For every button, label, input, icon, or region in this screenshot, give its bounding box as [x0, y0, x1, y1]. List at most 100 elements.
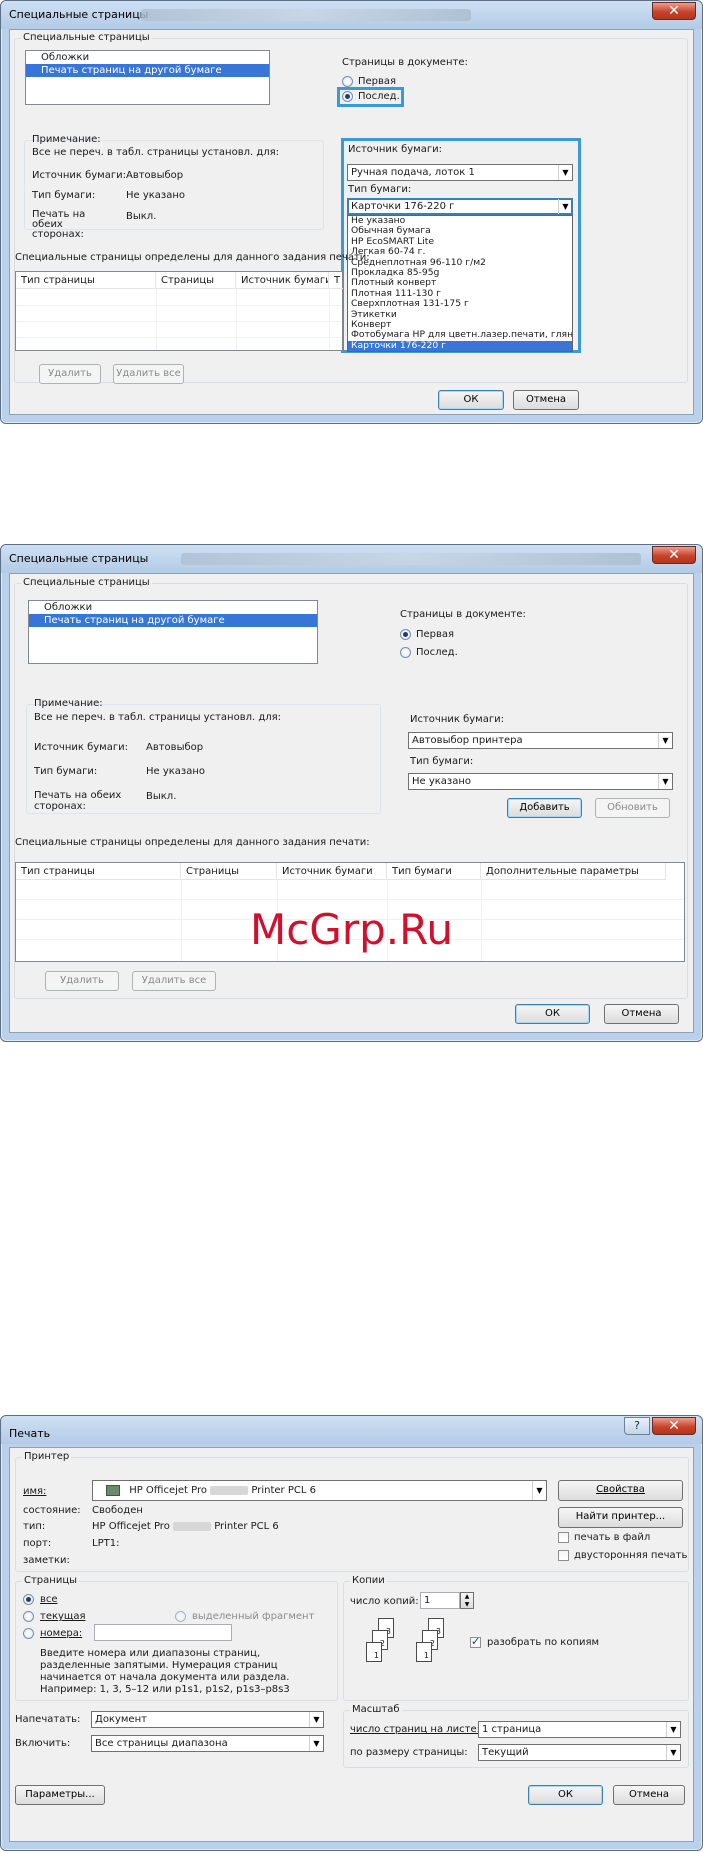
row-divider: [16, 305, 342, 306]
close-button[interactable]: ✕: [652, 546, 696, 564]
radio-first-label[interactable]: Первая: [416, 629, 454, 640]
paper-type-dropdown[interactable]: Не указано Обычная бумага HP EcoSMART Li…: [347, 215, 573, 352]
dropdown-item[interactable]: HP EcoSMART Lite: [348, 237, 572, 247]
arrow-down-icon[interactable]: ▼: [465, 1601, 470, 1608]
collate-checkbox[interactable]: [470, 1635, 481, 1648]
title-bar[interactable]: Специальные страницы ✕: [1, 545, 702, 573]
duplex-checkbox[interactable]: [558, 1550, 569, 1561]
pages-input[interactable]: [94, 1624, 232, 1641]
collate-label[interactable]: разобрать по копиям: [487, 1637, 599, 1648]
title-bar[interactable]: Печать ? ✕: [1, 1416, 702, 1444]
delete-all-button[interactable]: Удалить все: [132, 971, 216, 991]
pages-per-sheet-select[interactable]: 1 страница ▼: [478, 1721, 681, 1738]
col-pages[interactable]: Страницы: [156, 272, 236, 289]
delete-button[interactable]: Удалить: [45, 971, 119, 991]
pages-in-document-label: Страницы в документе:: [342, 57, 468, 68]
chevron-down-icon[interactable]: ▼: [666, 1745, 680, 1760]
printer-select[interactable]: HP Officejet Pro Printer PCL 6 ▼: [92, 1480, 547, 1501]
radio-selection-label[interactable]: выделенный фрагмент: [192, 1611, 314, 1622]
page-type-list[interactable]: Обложки Печать страниц на другой бумаге: [25, 50, 270, 105]
duplex-label[interactable]: двусторонняя печать: [574, 1550, 687, 1561]
radio-first-label[interactable]: Первая: [358, 76, 396, 87]
radio-pages-label[interactable]: номера:: [40, 1628, 82, 1639]
dropdown-item[interactable]: Конверт: [348, 320, 572, 330]
close-button[interactable]: ✕: [652, 1417, 696, 1435]
col-pages[interactable]: Страницы: [181, 863, 277, 880]
ok-button[interactable]: ОК: [438, 390, 504, 410]
help-button[interactable]: ?: [624, 1417, 650, 1435]
options-button[interactable]: Параметры...: [15, 1785, 105, 1805]
radio-all[interactable]: [23, 1594, 34, 1605]
print-to-file-checkbox[interactable]: [558, 1532, 569, 1543]
list-item[interactable]: Обложки: [29, 601, 317, 614]
radio-last[interactable]: [400, 647, 411, 658]
close-button[interactable]: ✕: [652, 2, 696, 20]
chevron-down-icon[interactable]: ▼: [309, 1712, 323, 1727]
dropdown-item[interactable]: Фотобумага HP для цветн.лазер.печати, гл…: [348, 330, 572, 340]
include-select[interactable]: Все страницы диапазона ▼: [91, 1735, 324, 1752]
delete-button[interactable]: Удалить: [39, 364, 101, 384]
dropdown-item[interactable]: Легкая 60-74 г.: [348, 247, 572, 257]
col-paper-source[interactable]: Источник бумаги: [277, 863, 387, 880]
print-what-select[interactable]: Документ ▼: [91, 1711, 324, 1728]
col-paper-source[interactable]: Источник бумаги: [236, 272, 329, 289]
radio-all-label[interactable]: все: [40, 1594, 58, 1605]
print-to-file-label[interactable]: печать в файл: [574, 1532, 650, 1543]
dropdown-item[interactable]: Обычная бумага: [348, 226, 572, 236]
radio-first[interactable]: [342, 76, 353, 87]
col-paper-type[interactable]: Тип бумаги: [387, 863, 481, 880]
col-extra-params[interactable]: Дополнительные параметры: [481, 863, 666, 880]
defined-pages-table[interactable]: Тип страницы Страницы Источник бумаги Т: [15, 271, 343, 351]
col-paper-type[interactable]: Т: [329, 272, 343, 289]
dropdown-item[interactable]: Этикетки: [348, 310, 572, 320]
radio-pages[interactable]: [23, 1628, 34, 1639]
col-page-type[interactable]: Тип страницы: [16, 863, 181, 880]
radio-last-label[interactable]: Послед.: [416, 647, 458, 658]
dropdown-item-selected[interactable]: Карточки 176-220 г: [348, 340, 572, 352]
chevron-down-icon[interactable]: ▼: [309, 1736, 323, 1751]
list-item[interactable]: Печать страниц на другой бумаге: [29, 614, 317, 627]
delete-all-button[interactable]: Удалить все: [113, 364, 184, 384]
dropdown-item[interactable]: Сверхплотная 131-175 г: [348, 299, 572, 309]
dropdown-item[interactable]: Плотный конверт: [348, 278, 572, 288]
list-item[interactable]: Печать страниц на другой бумаге: [26, 64, 269, 77]
paper-type-label: Тип бумаги:: [348, 184, 412, 195]
chevron-down-icon[interactable]: ▼: [658, 774, 672, 789]
note-source-label: Источник бумаги:: [32, 170, 126, 181]
cancel-button[interactable]: Отмена: [513, 390, 579, 410]
copies-input[interactable]: 1: [420, 1592, 460, 1609]
update-button[interactable]: Обновить: [595, 798, 670, 818]
include-value: Все страницы диапазона: [95, 1738, 228, 1749]
copies-spinner[interactable]: ▲ ▼: [460, 1592, 474, 1609]
ok-button[interactable]: ОК: [515, 1004, 590, 1024]
radio-selection[interactable]: [175, 1611, 186, 1622]
cancel-button[interactable]: Отмена: [604, 1004, 679, 1024]
radio-current-label[interactable]: текущая: [40, 1611, 86, 1622]
radio-first[interactable]: [400, 629, 411, 640]
chevron-down-icon[interactable]: ▼: [532, 1481, 546, 1500]
chevron-down-icon[interactable]: ▼: [666, 1722, 680, 1737]
col-page-type[interactable]: Тип страницы: [16, 272, 156, 289]
dropdown-item[interactable]: Среднеплотная 96-110 г/м2: [348, 258, 572, 268]
dropdown-item[interactable]: Плотная 111-130 г: [348, 289, 572, 299]
chevron-down-icon[interactable]: ▼: [558, 199, 572, 214]
arrow-up-icon[interactable]: ▲: [465, 1593, 470, 1600]
properties-button[interactable]: Свойства: [558, 1480, 683, 1501]
add-button[interactable]: Добавить: [507, 798, 582, 818]
list-item[interactable]: Обложки: [26, 51, 269, 64]
paper-source-select[interactable]: Ручная подача, лоток 1 ▼: [347, 164, 573, 181]
radio-current[interactable]: [23, 1611, 34, 1622]
paper-type-select[interactable]: Не указано ▼: [408, 773, 673, 790]
paper-source-select[interactable]: Автовыбор принтера ▼: [408, 732, 673, 749]
title-bar[interactable]: Специальные страницы ✕: [1, 1, 702, 29]
chevron-down-icon[interactable]: ▼: [558, 165, 572, 180]
ok-button[interactable]: ОК: [528, 1785, 603, 1805]
scale-select[interactable]: Текущий ▼: [478, 1744, 681, 1761]
chevron-down-icon[interactable]: ▼: [658, 733, 672, 748]
find-printer-button[interactable]: Найти принтер...: [558, 1507, 683, 1528]
page-type-list[interactable]: Обложки Печать страниц на другой бумаге: [28, 600, 318, 664]
paper-type-select[interactable]: Карточки 176-220 г ▼: [347, 198, 573, 215]
dropdown-item[interactable]: Прокладка 85-95g: [348, 268, 572, 278]
cancel-button[interactable]: Отмена: [613, 1785, 685, 1805]
dropdown-item[interactable]: Не указано: [348, 216, 572, 226]
